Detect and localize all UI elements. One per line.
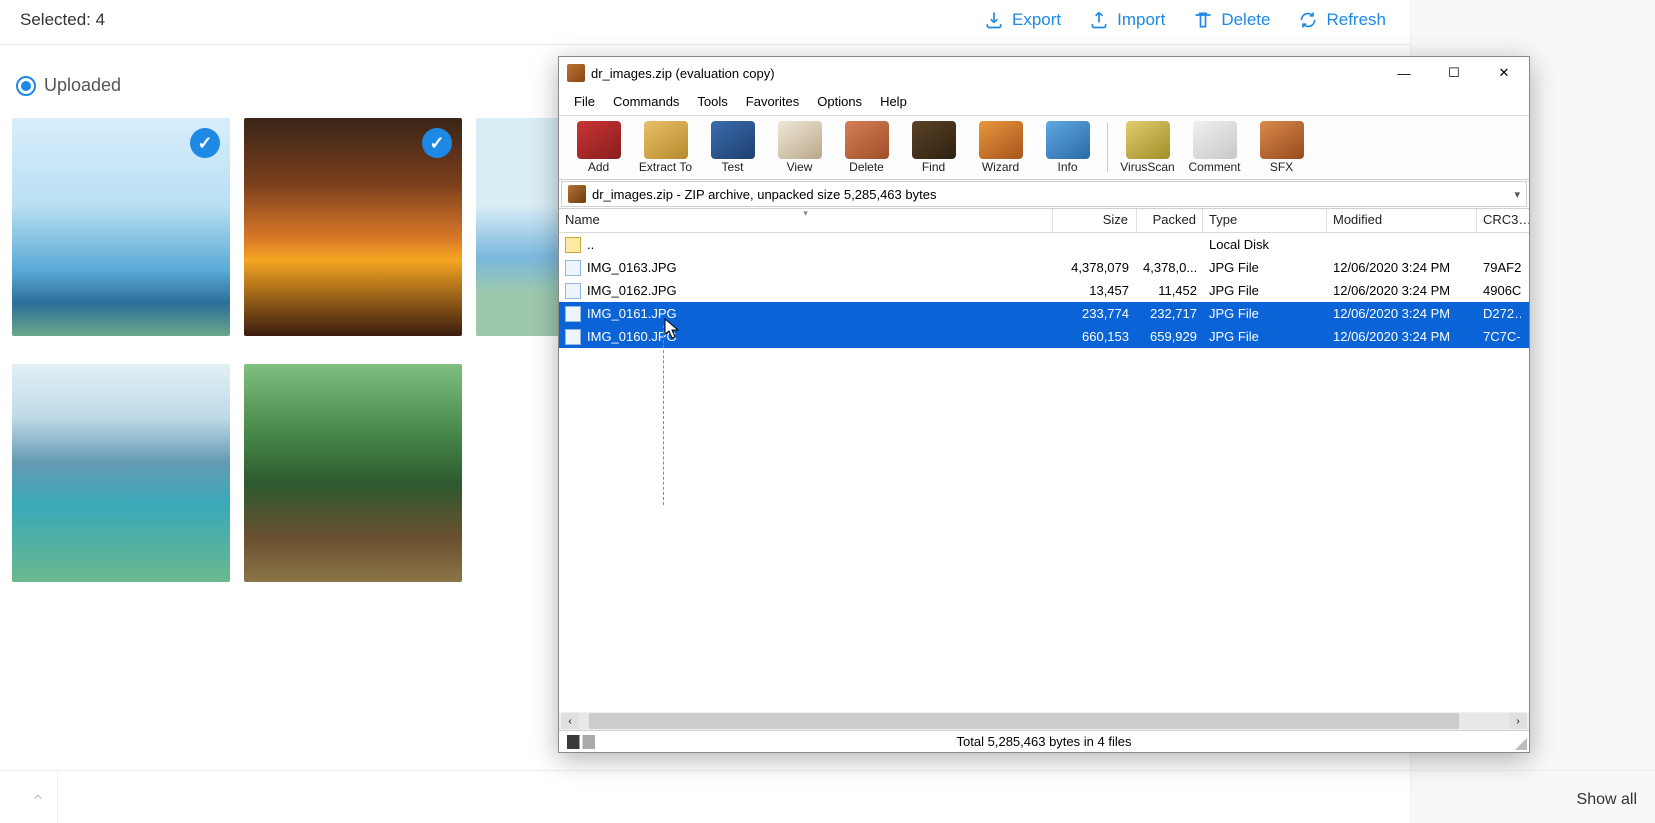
col-crc[interactable]: CRC3… <box>1477 209 1529 232</box>
thumbnail-1[interactable] <box>12 118 230 336</box>
info-icon <box>1046 121 1090 159</box>
thumbnail-4[interactable] <box>12 364 230 582</box>
status-icon <box>567 735 595 749</box>
menu-favorites[interactable]: Favorites <box>737 91 808 112</box>
delete-label: Delete <box>1221 10 1270 30</box>
thumbnail-5[interactable] <box>244 364 462 582</box>
app-icon <box>567 64 585 82</box>
table-row[interactable]: IMG_0162.JPG 13,457 11,452 JPG File 12/0… <box>559 279 1529 302</box>
chevron-up-icon <box>31 790 45 804</box>
col-packed[interactable]: Packed <box>1137 209 1203 232</box>
col-size[interactable]: Size <box>1053 209 1137 232</box>
tool-info[interactable]: Info <box>1034 119 1101 176</box>
refresh-icon <box>1298 10 1318 30</box>
file-icon <box>565 329 581 345</box>
menu-file[interactable]: File <box>565 91 604 112</box>
menu-help[interactable]: Help <box>871 91 916 112</box>
window-title: dr_images.zip (evaluation copy) <box>591 66 775 81</box>
tool-comment[interactable]: Comment <box>1181 119 1248 176</box>
table-row[interactable]: IMG_0163.JPG 4,378,079 4,378,0... JPG Fi… <box>559 256 1529 279</box>
comment-icon <box>1193 121 1237 159</box>
tool-delete[interactable]: Delete <box>833 119 900 176</box>
file-icon <box>565 260 581 276</box>
test-icon <box>711 121 755 159</box>
tool-virusscan[interactable]: VirusScan <box>1114 119 1181 176</box>
delete-button[interactable]: Delete <box>1193 10 1270 30</box>
toolbar: Add Extract To Test View Delete Find Wiz… <box>559 116 1529 180</box>
tool-view[interactable]: View <box>766 119 833 176</box>
table-row-selected[interactable]: IMG_0161.JPG 233,774 232,717 JPG File 12… <box>559 302 1529 325</box>
close-button[interactable]: ✕ <box>1479 57 1529 89</box>
export-button[interactable]: Export <box>984 10 1061 30</box>
import-label: Import <box>1117 10 1165 30</box>
tool-add[interactable]: Add <box>565 119 632 176</box>
import-button[interactable]: Import <box>1089 10 1165 30</box>
menu-commands[interactable]: Commands <box>604 91 688 112</box>
path-bar[interactable]: dr_images.zip - ZIP archive, unpacked si… <box>561 181 1527 207</box>
uploaded-label: Uploaded <box>44 75 121 96</box>
column-headers: Name▾ Size Packed Type Modified CRC3… <box>559 209 1529 233</box>
refresh-button[interactable]: Refresh <box>1298 10 1386 30</box>
add-icon <box>577 121 621 159</box>
view-icon <box>778 121 822 159</box>
trash-icon <box>1193 10 1213 30</box>
thumbnail-3[interactable] <box>476 118 560 336</box>
drag-insertion-marker <box>663 325 664 505</box>
titlebar[interactable]: dr_images.zip (evaluation copy) — ☐ ✕ <box>559 57 1529 89</box>
radio-selected-icon <box>16 76 36 96</box>
archive-icon <box>568 185 586 203</box>
resize-grip-icon[interactable] <box>1513 736 1527 750</box>
tool-test[interactable]: Test <box>699 119 766 176</box>
show-all-link[interactable]: Show all <box>1577 791 1637 809</box>
file-list: .. Local Disk IMG_0163.JPG 4,378,079 4,3… <box>559 233 1529 712</box>
tool-extract[interactable]: Extract To <box>632 119 699 176</box>
minimize-button[interactable]: — <box>1379 57 1429 89</box>
table-row-selected[interactable]: IMG_0160.JPG 660,153 659,929 JPG File 12… <box>559 325 1529 348</box>
col-name[interactable]: Name▾ <box>559 209 1053 232</box>
wizard-icon <box>979 121 1023 159</box>
col-type[interactable]: Type <box>1203 209 1327 232</box>
background-topbar: Selected: 4 Export Import Delete Refresh <box>0 0 1410 45</box>
scroll-thumb[interactable] <box>589 713 1459 729</box>
folder-icon <box>565 237 581 253</box>
extract-icon <box>644 121 688 159</box>
sfx-icon <box>1260 121 1304 159</box>
winrar-window: dr_images.zip (evaluation copy) — ☐ ✕ Fi… <box>558 56 1530 753</box>
scroll-left-icon[interactable]: ‹ <box>561 713 579 729</box>
file-icon <box>565 283 581 299</box>
scroll-right-icon[interactable]: › <box>1509 713 1527 729</box>
statusbar: Total 5,285,463 bytes in 4 files <box>559 730 1529 752</box>
import-icon <box>1089 10 1109 30</box>
tool-find[interactable]: Find <box>900 119 967 176</box>
maximize-button[interactable]: ☐ <box>1429 57 1479 89</box>
export-icon <box>984 10 1004 30</box>
tool-wizard[interactable]: Wizard <box>967 119 1034 176</box>
find-icon <box>912 121 956 159</box>
tool-sfx[interactable]: SFX <box>1248 119 1315 176</box>
menu-tools[interactable]: Tools <box>688 91 736 112</box>
chevron-down-icon[interactable]: ▾ <box>1514 188 1520 201</box>
thumbnail-2[interactable] <box>244 118 462 336</box>
path-text: dr_images.zip - ZIP archive, unpacked si… <box>592 187 936 202</box>
file-icon <box>565 306 581 322</box>
menu-options[interactable]: Options <box>808 91 871 112</box>
export-label: Export <box>1012 10 1061 30</box>
refresh-label: Refresh <box>1326 10 1386 30</box>
row-parent[interactable]: .. Local Disk <box>559 233 1529 256</box>
col-modified[interactable]: Modified <box>1327 209 1477 232</box>
selected-count: Selected: 4 <box>20 10 105 30</box>
delete-icon <box>845 121 889 159</box>
virus-icon <box>1126 121 1170 159</box>
menubar: File Commands Tools Favorites Options He… <box>559 89 1529 116</box>
horizontal-scrollbar[interactable]: ‹ › <box>559 712 1529 730</box>
collapse-arrow[interactable] <box>18 771 58 823</box>
status-total: Total 5,285,463 bytes in 4 files <box>957 734 1132 749</box>
